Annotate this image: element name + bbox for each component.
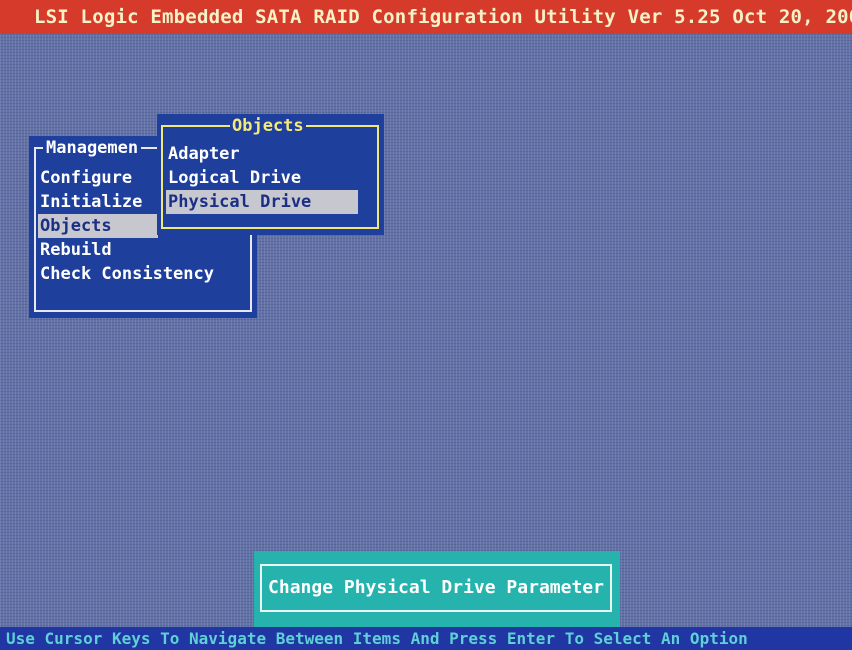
submenu-item-physical-drive[interactable]: Physical Drive <box>166 190 358 214</box>
objects-menu-title: Objects <box>230 116 306 136</box>
item-description-text: Change Physical Drive Parameter <box>260 564 612 612</box>
management-menu-title: Managemen <box>43 138 142 158</box>
menu-item-configure[interactable]: Configure <box>38 166 156 190</box>
bios-screen: LSI Logic Embedded SATA RAID Configurati… <box>0 0 852 650</box>
title-bar: LSI Logic Embedded SATA RAID Configurati… <box>0 0 852 34</box>
item-description-box: Change Physical Drive Parameter <box>254 551 620 627</box>
title-text: LSI Logic Embedded SATA RAID Configurati… <box>34 6 852 28</box>
submenu-item-adapter[interactable]: Adapter <box>166 142 358 166</box>
help-bar: Use Cursor Keys To Navigate Between Item… <box>0 627 852 650</box>
menu-item-rebuild[interactable]: Rebuild <box>38 238 156 262</box>
submenu-item-logical-drive[interactable]: Logical Drive <box>166 166 358 190</box>
menu-item-objects[interactable]: Objects <box>38 214 158 238</box>
menu-item-check-consistency[interactable]: Check Consistency <box>38 262 240 286</box>
help-text: Use Cursor Keys To Navigate Between Item… <box>6 629 748 648</box>
objects-menu-panel: Objects Adapter Logical Drive Physical D… <box>157 114 384 235</box>
menu-item-initialize[interactable]: Initialize <box>38 190 156 214</box>
